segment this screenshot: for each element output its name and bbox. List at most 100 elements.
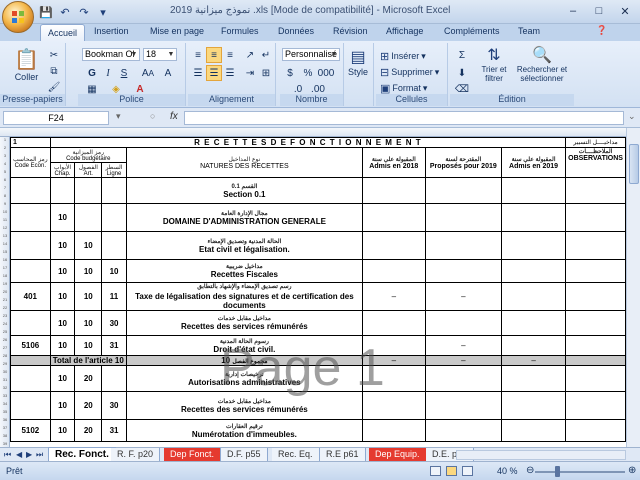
row-number[interactable]: 19 — [0, 281, 10, 286]
row-number[interactable]: 12 — [0, 225, 10, 230]
row-number[interactable]: 9 — [0, 201, 10, 206]
row-number[interactable]: 7 — [0, 185, 10, 190]
delete-button[interactable]: ⊟ Supprimer ▾ — [380, 65, 439, 79]
redo-icon[interactable]: ↷ — [76, 4, 92, 20]
cut-icon[interactable]: ✂ — [46, 47, 62, 63]
row-number[interactable]: 13 — [0, 233, 10, 238]
vertical-scrollbar[interactable] — [626, 128, 640, 447]
insert-button[interactable]: ⊞ Insérer ▾ — [380, 49, 426, 63]
expand-formula-icon[interactable]: ⌄ — [628, 111, 636, 122]
align-left-icon[interactable]: ☰ — [190, 65, 206, 81]
font-name-select[interactable]: Bookman Ol ▼ — [82, 48, 140, 61]
spreadsheet-grid[interactable]: 1 2 3 4 5 6 7 8 9 10 11 12 13 14 15 16 17 18 19 20 21 22 23 24 2… — [0, 128, 626, 447]
row-number[interactable]: 35 — [0, 409, 10, 414]
copy-icon[interactable]: ⧉ — [46, 63, 62, 79]
name-box[interactable]: F24 — [3, 111, 109, 125]
align-center-icon[interactable]: ☰ — [206, 65, 222, 81]
row-number[interactable]: 32 — [0, 385, 10, 390]
align-top-icon[interactable]: ≡ — [190, 47, 206, 63]
grow-font-icon[interactable]: AA — [140, 65, 156, 81]
row-number[interactable]: 24 — [0, 321, 10, 326]
row-number[interactable]: 37 — [0, 425, 10, 430]
page-layout-view-icon[interactable] — [446, 466, 457, 476]
row-number[interactable]: 30 — [0, 369, 10, 374]
row-number[interactable]: 1 — [0, 137, 10, 142]
zoom-out-icon[interactable]: ⊖ — [526, 465, 534, 476]
normal-view-icon[interactable] — [430, 466, 441, 476]
row-number[interactable]: 10 — [0, 209, 10, 214]
cancel-edit-icon[interactable]: ○ — [150, 111, 155, 121]
sheet-tab-rf-p20[interactable]: R. F. p20 — [111, 448, 161, 461]
align-bottom-icon[interactable]: ≡ — [222, 47, 238, 63]
last-sheet-icon[interactable]: ⏭ — [36, 450, 43, 460]
orientation-icon[interactable]: ↗ — [242, 47, 258, 63]
save-icon[interactable]: 💾 — [38, 4, 54, 20]
row-number[interactable]: 34 — [0, 401, 10, 406]
tab-mise-en-page[interactable]: Mise en page — [150, 26, 204, 36]
undo-icon[interactable]: ↶ — [57, 4, 73, 20]
minimize-button[interactable]: – — [560, 2, 586, 20]
namebox-dropdown-icon[interactable]: ▾ — [116, 111, 121, 122]
row-number[interactable]: 31 — [0, 377, 10, 382]
row-number[interactable]: 4 — [0, 161, 10, 166]
row-number[interactable]: 16 — [0, 257, 10, 262]
row-number[interactable]: 20 — [0, 289, 10, 294]
thousands-icon[interactable]: 000 — [318, 65, 335, 81]
row-number[interactable]: 3 — [0, 153, 10, 158]
row-number[interactable]: 27 — [0, 345, 10, 350]
row-number[interactable]: 2 — [0, 145, 10, 150]
customize-qat-icon[interactable]: ▾ — [95, 4, 111, 20]
row-number[interactable]: 6 — [0, 177, 10, 182]
row-number[interactable]: 15 — [0, 249, 10, 254]
find-select-button[interactable]: 🔍 Rechercher et sélectionner — [512, 45, 572, 83]
tab-affichage[interactable]: Affichage — [386, 26, 423, 36]
style-button[interactable]: ▤ Style — [348, 47, 368, 77]
align-middle-icon[interactable]: ≡ — [206, 47, 222, 63]
zoom-level[interactable]: 40 % — [497, 466, 518, 476]
format-painter-icon[interactable]: 🖌 — [46, 79, 62, 95]
row-number[interactable]: 18 — [0, 273, 10, 278]
row-number[interactable]: 28 — [0, 353, 10, 358]
number-format-select[interactable]: Personnalisé ▼ — [282, 48, 340, 61]
sheet-tab-rec-eq[interactable]: Rec. Eq. — [272, 448, 320, 461]
page-break-view-icon[interactable] — [462, 466, 473, 476]
tab-revision[interactable]: Révision — [333, 26, 368, 36]
tab-accueil[interactable]: Accueil — [40, 24, 86, 42]
tab-formules[interactable]: Formules — [221, 26, 259, 36]
shrink-font-icon[interactable]: A — [160, 65, 176, 81]
row-number[interactable]: 14 — [0, 241, 10, 246]
row-number[interactable]: 38 — [0, 433, 10, 438]
formula-input[interactable] — [184, 111, 624, 125]
align-right-icon[interactable]: ☰ — [222, 65, 238, 81]
insert-function-icon[interactable]: fx — [170, 111, 178, 122]
first-sheet-icon[interactable]: ⏮ — [4, 450, 11, 460]
sheet-tab-re-p61[interactable]: R.E p61 — [320, 448, 366, 461]
row-number[interactable]: 25 — [0, 329, 10, 334]
maximize-button[interactable]: □ — [586, 2, 612, 20]
row-number[interactable]: 36 — [0, 417, 10, 422]
percent-icon[interactable]: % — [300, 65, 316, 81]
fill-icon[interactable]: ⬇ — [454, 65, 470, 81]
row-number[interactable]: 23 — [0, 313, 10, 318]
indent-icon[interactable]: ⇥ — [242, 65, 258, 81]
row-number[interactable]: 5 — [0, 169, 10, 174]
row-number[interactable]: 39 — [0, 441, 10, 446]
tab-complements[interactable]: Compléments — [444, 26, 500, 36]
row-headers[interactable]: 1 2 3 4 5 6 7 8 9 10 11 12 13 14 15 16 17 18 19 20 21 22 23 24 2… — [0, 137, 10, 447]
row-number[interactable]: 26 — [0, 337, 10, 342]
tab-insertion[interactable]: Insertion — [94, 26, 129, 36]
next-sheet-icon[interactable]: ▶ — [26, 450, 32, 459]
row-number[interactable]: 22 — [0, 305, 10, 310]
column-headers[interactable] — [0, 128, 626, 137]
office-button[interactable] — [2, 1, 34, 33]
prev-sheet-icon[interactable]: ◀ — [16, 450, 22, 459]
sheet-tab-rec-fonct[interactable]: Rec. Fonct. — [48, 447, 116, 462]
row-number[interactable]: 29 — [0, 361, 10, 366]
currency-icon[interactable]: $ — [282, 65, 298, 81]
zoom-slider-thumb[interactable] — [555, 466, 560, 477]
format-button[interactable]: ▣ Format ▾ — [380, 81, 427, 95]
scrollbar-thumb[interactable] — [629, 144, 639, 184]
horizontal-scrollbar[interactable] — [456, 450, 626, 460]
italic-icon[interactable]: I — [100, 65, 116, 81]
sheet-tab-dep-equip[interactable]: Dep Equip. — [369, 448, 427, 461]
